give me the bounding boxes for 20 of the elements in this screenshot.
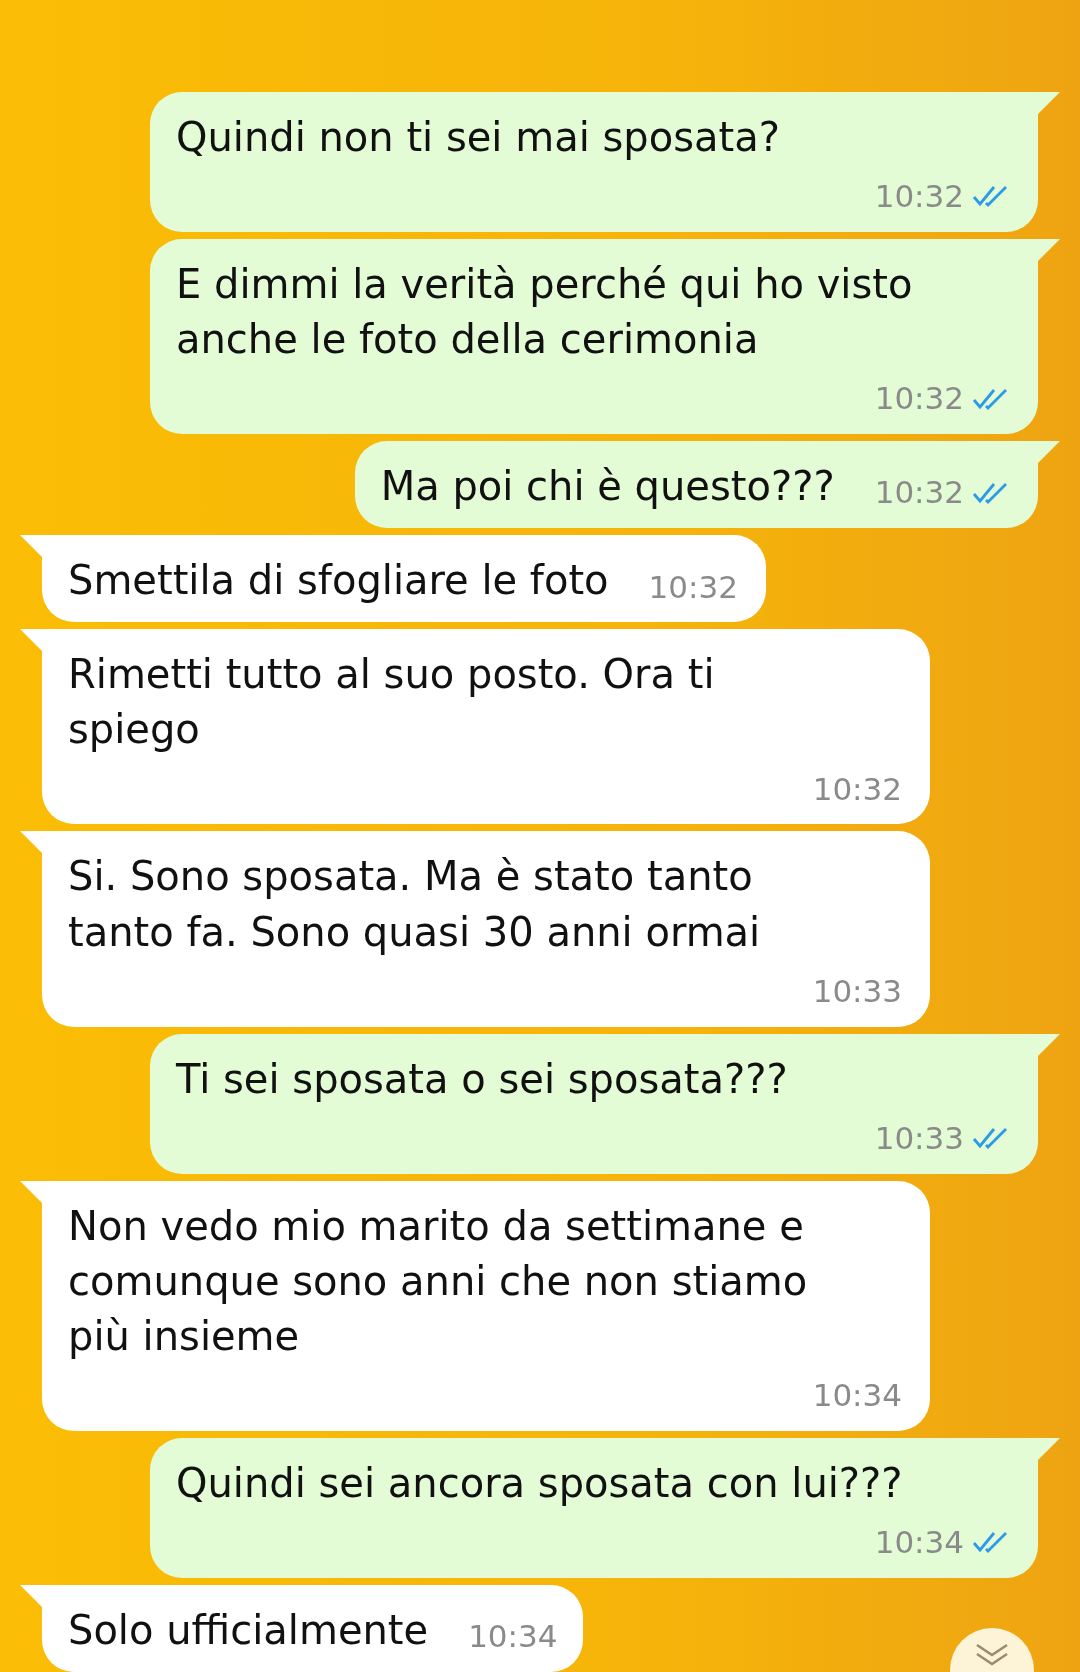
message-time: 10:32 xyxy=(874,473,964,513)
message-text: Non vedo mio marito da settimane e comunque sono anni che non stiamo più insieme xyxy=(68,1201,808,1361)
message-time: 10:32 xyxy=(648,567,738,607)
message-text: Quindi non ti sei mai sposata? xyxy=(176,112,781,162)
message-time: 10:32 xyxy=(812,769,902,809)
message-text: Quindi sei ancora sposata con lui??? xyxy=(176,1458,904,1508)
message-text: Smettila di sfogliare le foto xyxy=(68,556,609,606)
message-text: Si. Sono sposata. Ma è stato tanto tanto fa. Sono quasi 30 anni ormai xyxy=(68,852,762,957)
message-time: 10:33 xyxy=(812,971,902,1011)
message-time: 10:32 xyxy=(874,379,964,419)
message-text: Ma poi chi è questo??? xyxy=(380,461,835,511)
message-time: 10:34 xyxy=(812,1376,902,1416)
message-text: E dimmi la verità perché qui ho visto anche le foto della cerimonia xyxy=(176,259,914,364)
message-time: 10:34 xyxy=(874,1523,964,1563)
message-time: 10:32 xyxy=(874,177,964,216)
message-time: 10:33 xyxy=(874,1118,964,1158)
message-time: 10:34 xyxy=(468,1617,558,1657)
message-text: Solo ufficialmente xyxy=(68,1605,429,1655)
message-text: Rimetti tutto al suo posto. Ora ti spiego xyxy=(68,650,716,755)
message-text: Ti sei sposata o sei sposata??? xyxy=(176,1054,789,1104)
